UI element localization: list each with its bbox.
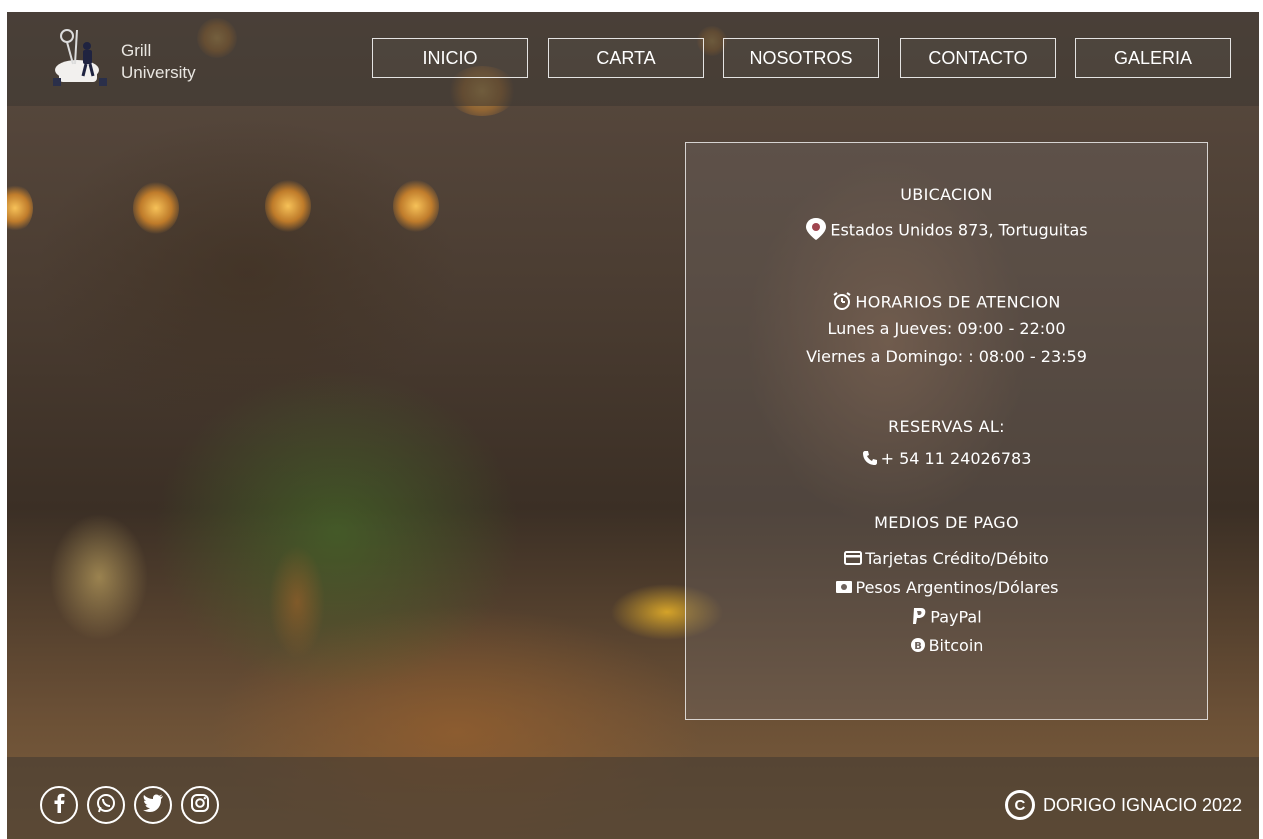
nav-nosotros-button[interactable]: NOSOTROS <box>723 38 879 78</box>
payment-heading: MEDIOS DE PAGO <box>874 513 1019 532</box>
twitter-link[interactable] <box>134 786 172 824</box>
copyright-text: DORIGO IGNACIO 2022 <box>1042 794 1242 815</box>
brand-name[interactable]: Grill University <box>121 40 221 84</box>
payment-method-bitcoin: B Bitcoin <box>686 636 1207 657</box>
instagram-icon <box>190 793 210 817</box>
facebook-link[interactable] <box>40 786 78 824</box>
bokeh-light <box>7 184 33 232</box>
paypal-icon <box>911 607 927 629</box>
bitcoin-icon: B <box>910 637 926 657</box>
hours-heading: HORARIOS DE ATENCION <box>855 292 1061 312</box>
bokeh-light <box>393 180 439 232</box>
nav-galeria-button[interactable]: GALERIA <box>1075 38 1231 78</box>
payment-method-label: Pesos Argentinos/Dólares <box>855 578 1059 597</box>
hero-background: Grill University INICIO CARTA NOSOTROS C… <box>7 12 1259 839</box>
nav-contacto-button[interactable]: CONTACTO <box>900 38 1056 78</box>
location-address: Estados Unidos 873, Tortuguitas <box>830 220 1088 240</box>
location-heading: UBICACION <box>900 185 993 204</box>
copyright-notice: C DORIGO IGNACIO 2022 <box>1004 790 1242 820</box>
credit-card-icon <box>844 550 863 569</box>
hours-heading-row: HORARIOS DE ATENCION <box>686 291 1207 315</box>
contact-info-panel: UBICACION Estados Unidos 873, Tortuguita… <box>685 142 1208 720</box>
bokeh-light <box>133 182 179 234</box>
payment-method-cash: Pesos Argentinos/Dólares <box>686 578 1207 598</box>
cash-icon <box>835 579 853 598</box>
brand-name-line2: University <box>121 63 196 82</box>
payment-method-label: Tarjetas Crédito/Débito <box>865 549 1049 568</box>
whatsapp-icon <box>95 792 117 818</box>
location-address-row: Estados Unidos 873, Tortuguitas <box>686 217 1207 245</box>
whatsapp-link[interactable] <box>87 786 125 824</box>
alarm-clock-icon <box>832 291 852 315</box>
copyright-icon: C <box>1004 790 1035 820</box>
map-pin-icon <box>805 217 827 245</box>
instagram-link[interactable] <box>181 786 219 824</box>
nav-inicio-button[interactable]: INICIO <box>372 38 528 78</box>
payment-method-card: Tarjetas Crédito/Débito <box>686 549 1207 569</box>
twitter-icon <box>142 794 164 816</box>
reservations-heading: RESERVAS AL: <box>888 417 1005 436</box>
brand-logo-icon[interactable] <box>49 26 109 88</box>
nav-carta-button[interactable]: CARTA <box>548 38 704 78</box>
reservations-phone: + 54 11 24026783 <box>880 449 1032 468</box>
payment-method-label: Bitcoin <box>928 636 984 655</box>
payment-method-label: PayPal <box>930 607 982 627</box>
brand-name-line1: Grill <box>121 41 152 60</box>
reservations-phone-row[interactable]: + 54 11 24026783 <box>686 449 1207 470</box>
hours-weekend: Viernes a Domingo: : 08:00 - 23:59 <box>806 347 1087 366</box>
facebook-icon <box>52 793 66 817</box>
phone-icon <box>862 450 878 470</box>
bokeh-light <box>265 180 311 232</box>
payment-method-paypal: PayPal <box>686 607 1207 629</box>
svg-text:B: B <box>914 641 922 652</box>
hours-weekdays: Lunes a Jueves: 09:00 - 22:00 <box>827 319 1066 338</box>
